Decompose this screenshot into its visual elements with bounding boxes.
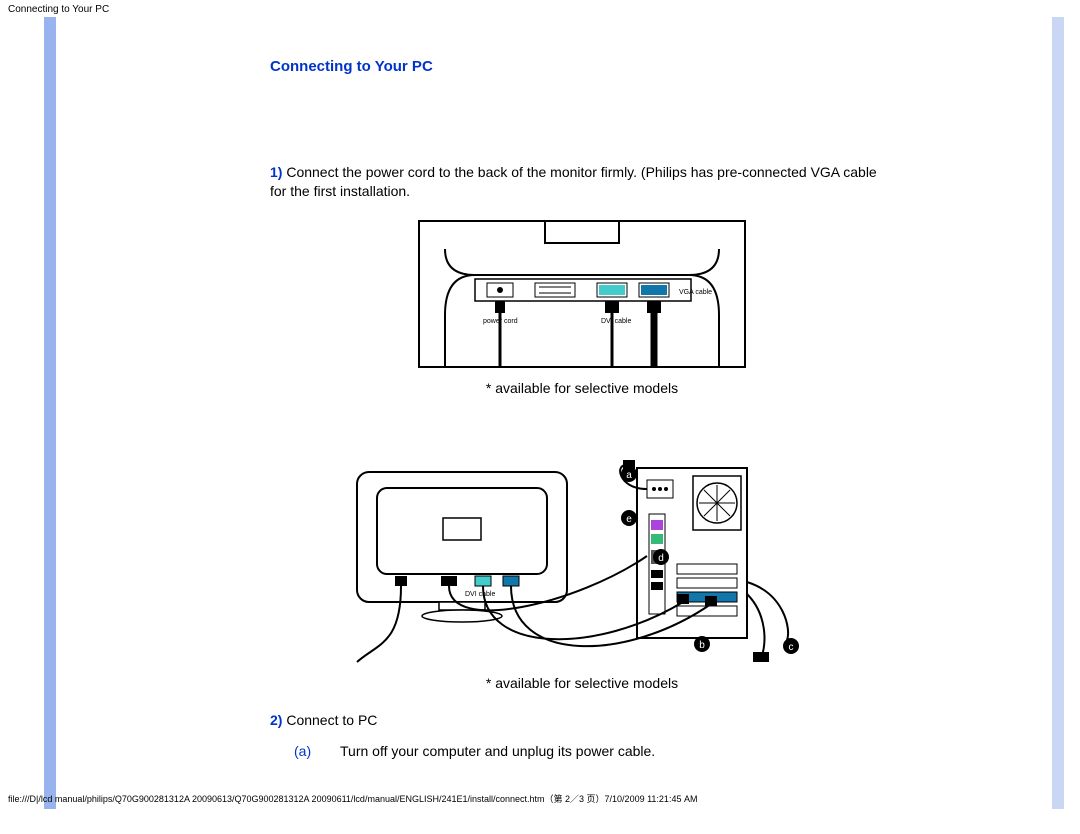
page-header-label: Connecting to Your PC: [0, 0, 1080, 17]
left-accent-stripe: [44, 17, 56, 809]
svg-text:e: e: [626, 514, 632, 525]
substep-a-text: Turn off your computer and unplug its po…: [340, 742, 655, 761]
step-2-number: 2): [270, 712, 282, 728]
step-1-text: 1) Connect the power cord to the back of…: [270, 163, 894, 201]
substep-a: (a) Turn off your computer and unplug it…: [294, 742, 894, 761]
monitor-pc-wiring-illustration-icon: DVI cable: [347, 444, 817, 664]
svg-text:c: c: [789, 642, 794, 653]
section-title: Connecting to Your PC: [270, 57, 894, 77]
figure-monitor-to-pc: DVI cable: [270, 444, 894, 664]
svg-text:a: a: [626, 470, 632, 481]
step-1-number: 1): [270, 164, 282, 180]
step-2-body: Connect to PC: [282, 712, 377, 728]
figure1-caption: * available for selective models: [270, 379, 894, 398]
main-content: Connecting to Your PC 1) Connect the pow…: [270, 57, 894, 761]
figure2-caption: * available for selective models: [270, 674, 894, 693]
svg-text:d: d: [658, 553, 664, 564]
right-accent-stripe: [1052, 17, 1064, 809]
substep-a-letter: (a): [294, 742, 340, 761]
vga-cable-label: VGA cable: [679, 289, 712, 296]
power-cord-label: power cord: [483, 318, 518, 325]
dvi-cable-label: DVI cable: [601, 318, 631, 325]
page-body: Connecting to Your PC 1) Connect the pow…: [0, 17, 1080, 809]
step-1-body: Connect the power cord to the back of th…: [270, 164, 877, 199]
figure-monitor-back: power cord DVI cable VGA cable: [270, 219, 894, 369]
svg-text:DVI cable: DVI cable: [465, 591, 495, 598]
step-2-text: 2) Connect to PC: [270, 711, 894, 730]
page-footer-path: file:///D|/lcd manual/philips/Q70G900281…: [0, 792, 1080, 805]
svg-text:b: b: [699, 640, 705, 651]
monitor-back-illustration-icon: power cord DVI cable VGA cable: [417, 219, 747, 369]
